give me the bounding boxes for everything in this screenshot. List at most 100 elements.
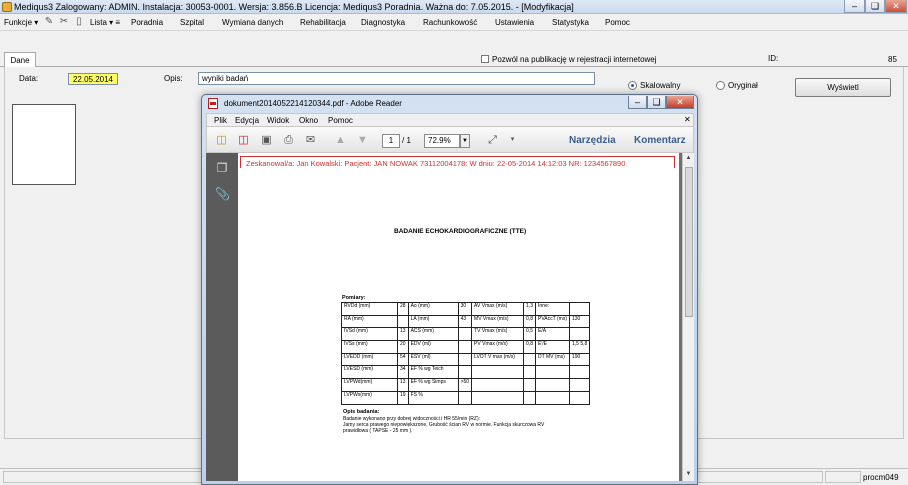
menu-rachunkowosc[interactable]: Rachunkowość xyxy=(423,18,477,27)
opis-line: prawidłowa ( TAPSE - 25 mm ). xyxy=(343,428,413,434)
reader-minimize-button[interactable]: – xyxy=(628,96,647,109)
email-icon[interactable]: ✉ xyxy=(303,133,318,148)
table-row: LVPWd(mm) 13 EF % wg Simps >50 xyxy=(341,378,591,392)
table-cell: 43 xyxy=(457,314,473,329)
scroll-thumb[interactable] xyxy=(685,167,693,317)
status-user: procm049 xyxy=(863,473,899,482)
table-cell: LVPWs(mm) xyxy=(341,390,398,405)
opis-badania-label: Opis badania: xyxy=(343,409,380,415)
komentarz-button[interactable]: Komentarz xyxy=(634,135,686,146)
table-cell: Ao (mm) xyxy=(407,302,459,316)
table-cell xyxy=(457,390,473,405)
oryginal-radio[interactable] xyxy=(716,81,725,90)
table-row: LVEDD (mm) 54 ESV (ml) LVOT V max (m/s) DT M… xyxy=(341,352,591,367)
menu-lista[interactable]: Lista ▾ ≡ xyxy=(90,18,120,27)
tab-dane[interactable]: Dane xyxy=(4,52,36,68)
new-document-icon[interactable]: ✎ xyxy=(44,17,54,28)
menu-poradnia[interactable]: Poradnia xyxy=(131,18,163,27)
adobe-reader-window: dokument2014052214120344.pdf - Adobe Rea… xyxy=(201,94,698,485)
table-row: IVSd (mm) 13 ACS (mm) TV Vmax (m/s) 0,5 E/A xyxy=(341,327,591,342)
skalowalny-radio[interactable] xyxy=(628,81,637,90)
close-button[interactable]: ✕ xyxy=(885,0,907,13)
pages-icon[interactable]: ❐ xyxy=(215,161,229,177)
menu-wymiana-danych[interactable]: Wymiana danych xyxy=(222,18,283,27)
table-cell: LVPWd(mm) xyxy=(341,378,398,392)
table-cell: LA (mm) xyxy=(407,314,459,329)
reader-menu-plik[interactable]: Plik xyxy=(214,116,227,125)
pdf-edit-icon[interactable]: ◫ xyxy=(236,133,251,148)
table-cell: LVEDD (mm) xyxy=(341,352,398,367)
table-cell xyxy=(568,302,591,316)
menu-pomoc[interactable]: Pomoc xyxy=(605,18,630,27)
table-cell: EF % wg Teich xyxy=(407,365,459,380)
table-cell xyxy=(568,378,591,392)
menu-ustawienia[interactable]: Ustawienia xyxy=(495,18,534,27)
table-cell: EF % wg Simps xyxy=(407,378,459,392)
table-cell xyxy=(457,352,473,367)
publikacja-checkbox[interactable] xyxy=(481,55,489,63)
minimize-button[interactable]: – xyxy=(844,0,865,13)
table-cell: 0,8 xyxy=(523,314,536,329)
navigation-pane: ❐ 📎 xyxy=(206,153,238,481)
page-number-input[interactable]: 1 xyxy=(382,134,400,148)
data-label: Data: xyxy=(19,74,39,83)
menu-diagnostyka[interactable]: Diagnostyka xyxy=(361,18,405,27)
reader-close-button[interactable]: ✕ xyxy=(666,96,694,109)
menu-rehabilitacja[interactable]: Rehabilitacja xyxy=(300,18,346,27)
menu-statystyka[interactable]: Statystyka xyxy=(552,18,589,27)
table-cell xyxy=(523,365,536,380)
table-cell: 13 xyxy=(397,327,409,342)
reader-menu-widok[interactable]: Widok xyxy=(267,116,289,125)
print-icon[interactable]: ⎙ xyxy=(281,133,296,148)
scroll-down-icon[interactable]: ▼ xyxy=(683,469,694,480)
menu-szpital[interactable]: Szpital xyxy=(180,18,204,27)
table-cell: 190 xyxy=(568,352,591,367)
fit-page-icon[interactable]: ⤢ xyxy=(485,133,500,148)
table-cell: 0,5 xyxy=(523,327,536,342)
reader-menu-okno[interactable]: Okno xyxy=(299,116,318,125)
reader-menu-pomoc[interactable]: Pomoc xyxy=(328,116,353,125)
publikacja-label: Pozwól na publikację w rejestracji inter… xyxy=(492,55,657,64)
table-cell: FS % xyxy=(407,390,459,405)
status-panel xyxy=(825,471,861,483)
maximize-button[interactable]: ❑ xyxy=(865,0,885,13)
save-icon[interactable]: ▣ xyxy=(259,133,274,148)
table-cell: 1,3 xyxy=(523,302,536,316)
prev-page-icon[interactable]: ▲ xyxy=(333,133,348,148)
scroll-up-icon[interactable]: ▲ xyxy=(683,153,694,164)
table-cell: LVESD (mm) xyxy=(341,365,398,380)
table-cell: E'/E xyxy=(535,340,570,354)
create-pdf-icon[interactable]: ◫ xyxy=(214,133,229,148)
menu-funkcje[interactable]: Funkcje ▾ xyxy=(4,18,38,27)
table-cell: ACS (mm) xyxy=(407,327,459,342)
table-cell: 28 xyxy=(397,302,409,316)
cut-icon[interactable]: ✂ xyxy=(59,17,69,28)
reader-menu-edycja[interactable]: Edycja xyxy=(235,116,259,125)
table-cell: ESV (ml) xyxy=(407,352,459,367)
table-cell: IVSd (mm) xyxy=(341,327,398,342)
table-cell: Inne: xyxy=(535,302,570,316)
zoom-dropdown-icon[interactable]: ▼ xyxy=(460,134,470,148)
table-row: IVSs (mm) 20 EDV (ml) PV Vmax (m/s) 0,8 E'/E 1… xyxy=(341,340,591,354)
vertical-scrollbar[interactable]: ▲ ▼ xyxy=(682,153,694,481)
reader-title: dokument2014052214120344.pdf - Adobe Rea… xyxy=(224,99,402,108)
reader-menu-close-icon[interactable]: ✕ xyxy=(684,115,691,124)
table-row: LVESD (mm) 34 EF % wg Teich xyxy=(341,365,591,380)
toolbar-options-icon[interactable]: ▾ xyxy=(505,133,520,148)
next-page-icon[interactable]: ▼ xyxy=(355,133,370,148)
skalowalny-label: Skalowalny xyxy=(640,81,681,90)
narzedzia-button[interactable]: Narzędzia xyxy=(569,135,616,146)
table-cell xyxy=(568,327,591,342)
table-cell: MV Vmax (m/s) xyxy=(471,314,525,329)
pdf-icon xyxy=(208,98,218,109)
clipboard-icon[interactable]: ▯ xyxy=(74,17,84,28)
table-cell: EDV (ml) xyxy=(407,340,459,354)
zoom-input[interactable]: 72.9% xyxy=(424,134,460,148)
date-field[interactable]: 22.05.2014 xyxy=(68,73,118,85)
table-cell xyxy=(457,365,473,380)
attachments-icon[interactable]: 📎 xyxy=(215,187,230,203)
wyswietl-button[interactable]: Wyświetl xyxy=(795,78,891,97)
reader-maximize-button[interactable]: ❑ xyxy=(647,96,666,109)
image-thumbnail[interactable] xyxy=(12,104,76,185)
opis-field[interactable]: wyniki badań xyxy=(198,72,595,85)
